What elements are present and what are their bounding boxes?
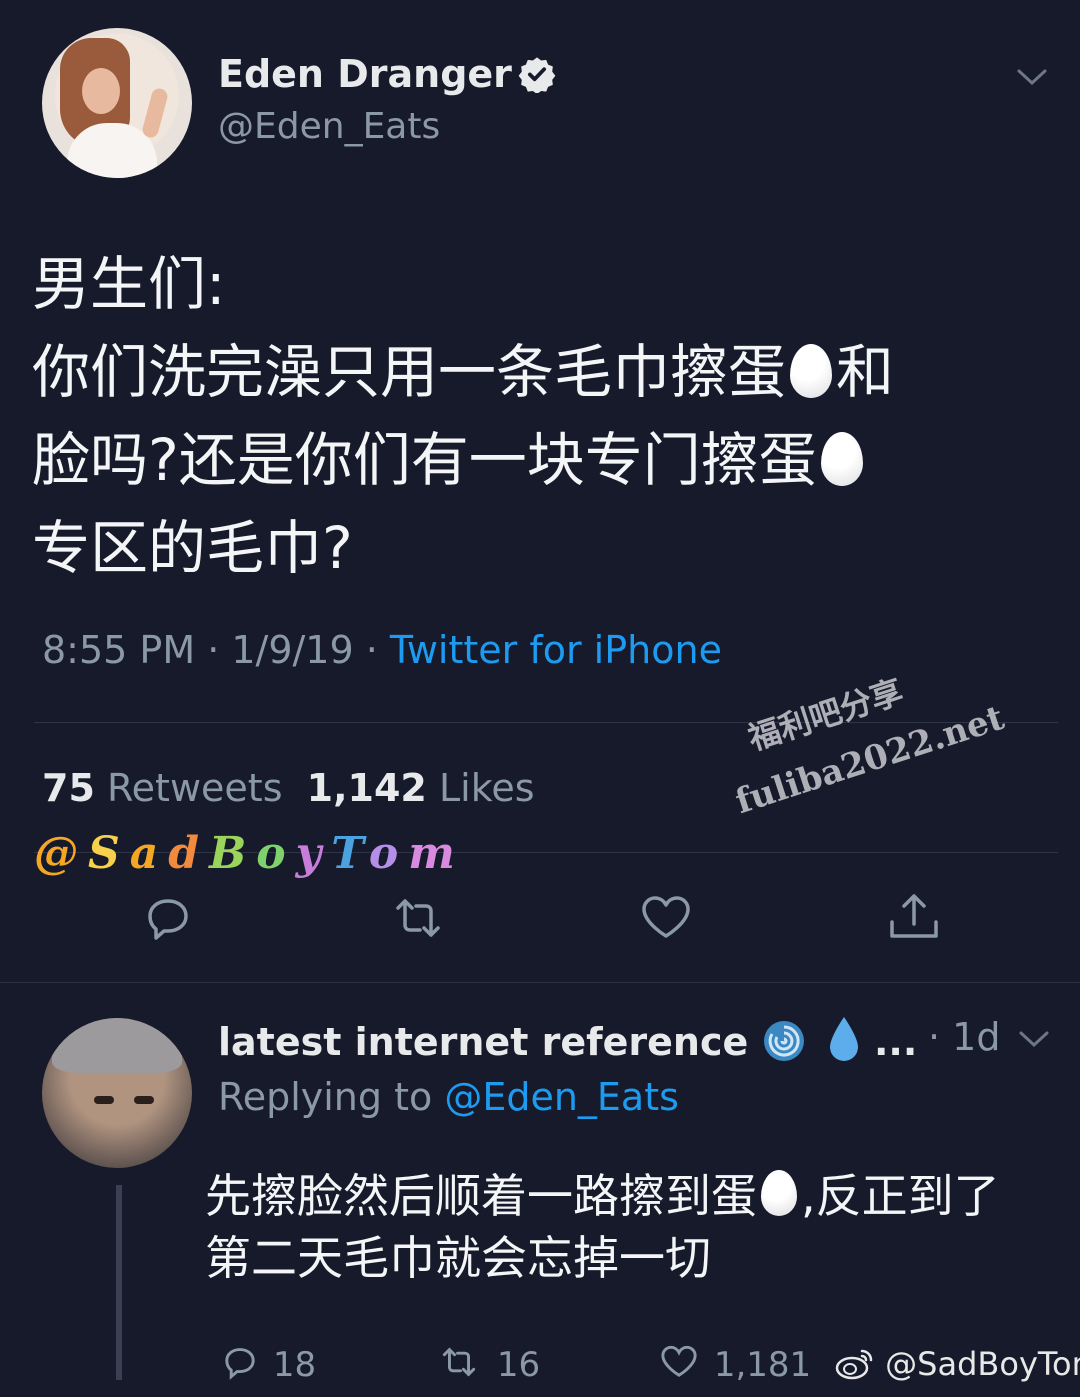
reply-retweet-count[interactable]: 16: [432, 1340, 540, 1385]
tweet-text-line: 脸吗?还是你们有一块专门擦蛋: [32, 416, 1042, 504]
droplet-emoji-icon: [829, 1017, 858, 1061]
replying-to-handle-link[interactable]: @Eden_Eats: [444, 1075, 679, 1119]
reply-icon: [225, 1348, 255, 1380]
chevron-down-icon[interactable]: [1015, 62, 1049, 92]
divider: [0, 982, 1080, 983]
cyclone-emoji-icon: [763, 1021, 804, 1061]
egg-emoji-icon: [790, 344, 833, 398]
author-name[interactable]: Eden Dranger: [218, 52, 512, 96]
engagement-stats: 75 Retweets 1,142 Likes: [42, 766, 535, 810]
tweet-text-line: 专区的毛巾?: [32, 514, 353, 582]
weibo-credit: @SadBoyTom: [835, 1345, 1080, 1383]
egg-emoji-icon: [761, 1170, 797, 1216]
egg-emoji-icon: [820, 432, 863, 486]
reply-author-avatar[interactable]: [42, 1018, 192, 1168]
reply-text: 先擦脸然后顺着一路擦到蛋 ,反正到了第二天毛巾就会忘掉一切: [205, 1169, 1000, 1285]
replying-to: Replying to @Eden_Eats: [218, 1075, 679, 1119]
like-heart-icon: [661, 1345, 697, 1377]
reply-like-count[interactable]: 1,181: [655, 1340, 811, 1385]
retweets-count[interactable]: 75: [42, 766, 95, 810]
author-avatar[interactable]: [42, 28, 192, 178]
tweet-text-line: 你们洗完澡只用一条毛巾擦蛋和: [32, 338, 895, 406]
signature-overlay: @SadBoyTom: [34, 828, 465, 879]
tweet-timestamp: 8:55 PM · 1/9/19 · Twitter for iPhone: [42, 628, 722, 672]
likes-label[interactable]: Likes: [439, 766, 535, 810]
like-heart-icon[interactable]: [636, 888, 696, 948]
reply-author-name[interactable]: latest internet reference ...: [218, 1015, 917, 1065]
weibo-logo-icon: [835, 1349, 873, 1380]
retweet-icon: [442, 1347, 476, 1377]
retweets-label[interactable]: Retweets: [107, 766, 283, 810]
tweet-text: 男生们: 你们洗完澡只用一条毛巾擦蛋和 脸吗?还是你们有一块专门擦蛋 专区的毛巾…: [32, 240, 1042, 592]
reply-timestamp[interactable]: · 1d: [928, 1015, 1000, 1059]
likes-count[interactable]: 1,142: [307, 766, 427, 810]
tweet-text-line: 男生们:: [32, 250, 226, 318]
author-handle[interactable]: @Eden_Eats: [218, 106, 440, 147]
verified-badge-icon: [518, 57, 556, 93]
chevron-down-icon[interactable]: [1017, 1024, 1051, 1054]
reply-icon[interactable]: [138, 888, 198, 948]
share-icon[interactable]: [884, 888, 944, 948]
divider: [34, 722, 1058, 723]
tweet-source-link[interactable]: Twitter for iPhone: [390, 628, 722, 672]
retweet-icon[interactable]: [388, 888, 448, 948]
reply-reply-count[interactable]: 18: [218, 1340, 316, 1385]
thread-line: [116, 1185, 122, 1380]
